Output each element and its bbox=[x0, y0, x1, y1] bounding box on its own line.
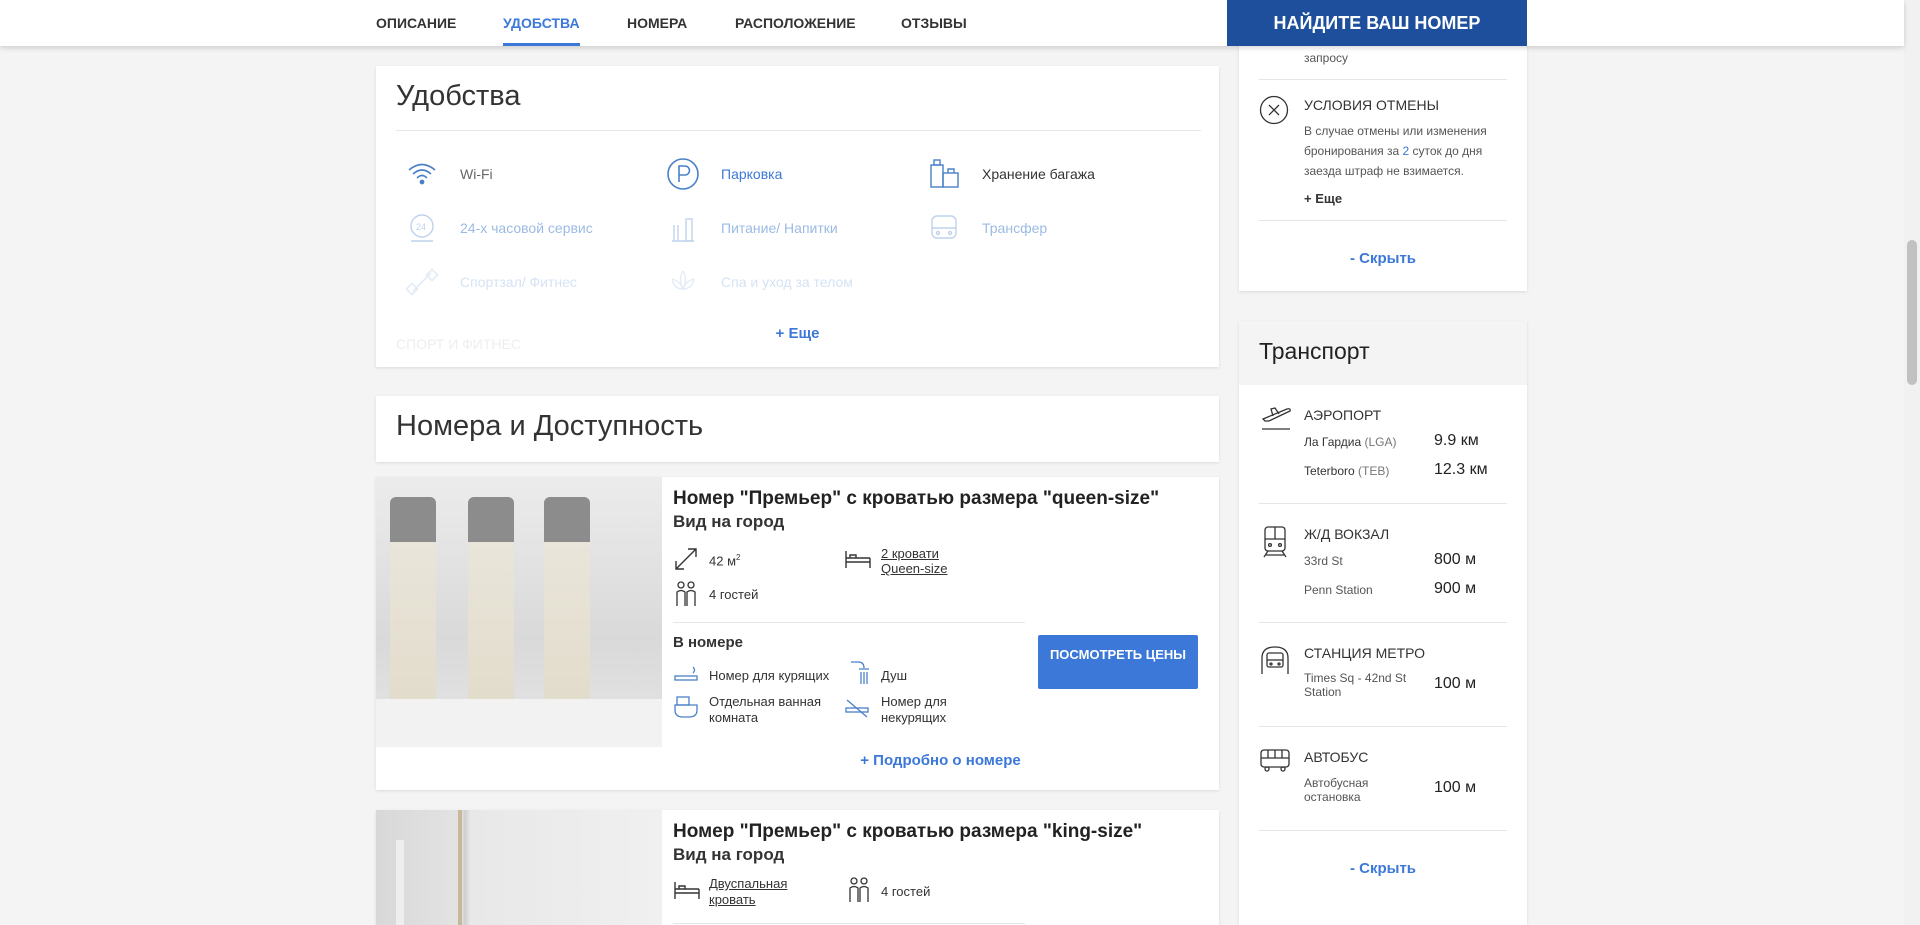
feature-smoking: Номер для курящих bbox=[709, 668, 830, 683]
transport-hide-link[interactable]: - Скрыть bbox=[1239, 860, 1527, 877]
24h-service-icon: 24 bbox=[405, 211, 439, 245]
shower-icon bbox=[847, 660, 869, 686]
room-guests: 4 гостей bbox=[881, 884, 931, 899]
smoking-icon bbox=[673, 663, 699, 685]
transport-place: Ла Гардиа (LGA) bbox=[1304, 435, 1397, 449]
bus-icon bbox=[1259, 747, 1291, 773]
guests-icon bbox=[673, 580, 699, 608]
room-card: Номер "Премьер" с кроватью размера "king… bbox=[376, 810, 1219, 925]
room-guests: 4 гостей bbox=[709, 587, 759, 602]
bed-icon bbox=[673, 879, 701, 901]
amenity-shuttle: Трансфер bbox=[982, 220, 1048, 236]
cancellation-text: В случае отмены или изменения бронирован… bbox=[1304, 124, 1487, 178]
scrollbar-thumb[interactable] bbox=[1907, 240, 1917, 385]
amenities-title: Удобства bbox=[396, 80, 521, 112]
amenity-24h-service: 24-х часовой сервис bbox=[460, 220, 593, 236]
transport-group-title: АЭРОПОРТ bbox=[1304, 407, 1382, 423]
amenity-spa: Спа и уход за телом bbox=[721, 274, 853, 290]
feature-non-smoking: Номер для некурящих bbox=[881, 694, 947, 725]
transport-place: Автобусная остановка bbox=[1304, 776, 1369, 804]
bathroom-icon bbox=[673, 694, 699, 720]
amenity-parking[interactable]: Парковка bbox=[721, 166, 782, 182]
transport-place: Times Sq - 42nd St Station bbox=[1304, 671, 1407, 699]
transport-group-title: АВТОБУС bbox=[1304, 749, 1369, 765]
close-circle-icon bbox=[1259, 95, 1289, 125]
transport-place: Penn Station bbox=[1304, 583, 1373, 597]
transport-group-title: СТАНЦИЯ МЕТРО bbox=[1304, 645, 1426, 661]
transport-card: Транспорт АЭРОПОРТ Ла Гардиа (LGA) 9.9 к… bbox=[1239, 321, 1527, 925]
in-room-title: В номере bbox=[673, 634, 743, 651]
transport-distance: 100 м bbox=[1434, 675, 1477, 692]
view-prices-button[interactable]: ПОСМОТРЕТЬ ЦЕНЫ bbox=[1038, 635, 1198, 689]
room-photo[interactable] bbox=[376, 810, 662, 925]
cancellation-more-link[interactable]: + Еще bbox=[1304, 191, 1342, 206]
tab-location[interactable]: РАСПОЛОЖЕНИЕ bbox=[735, 0, 856, 46]
metro-icon bbox=[1259, 644, 1291, 676]
transport-distance: 100 м bbox=[1434, 779, 1477, 796]
amenities-more-link[interactable]: + Еще bbox=[376, 325, 1219, 342]
room-details-link[interactable]: + Подробно о номере bbox=[662, 752, 1219, 769]
room-name[interactable]: Номер "Премьер" с кроватью размера "quee… bbox=[673, 488, 1159, 510]
find-room-button[interactable]: НАЙДИТЕ ВАШ НОМЕР bbox=[1227, 0, 1527, 46]
wifi-icon bbox=[405, 157, 439, 191]
room-view: Вид на город bbox=[673, 512, 785, 531]
area-icon bbox=[673, 546, 699, 572]
room-beds-link[interactable]: Двуспальная кровать bbox=[709, 876, 809, 908]
room-view: Вид на город bbox=[673, 845, 785, 864]
tab-rooms[interactable]: НОМЕРА bbox=[627, 0, 687, 46]
dumbbell-icon bbox=[405, 265, 439, 299]
transport-group-title: Ж/Д ВОКЗАЛ bbox=[1304, 526, 1390, 542]
policies-hide-link[interactable]: - Скрыть bbox=[1239, 250, 1527, 267]
transport-distance: 800 м bbox=[1434, 551, 1477, 568]
top-navigation: ОПИСАНИЕ УДОБСТВА НОМЕРА РАСПОЛОЖЕНИЕ ОТ… bbox=[0, 0, 1904, 46]
svg-text:24: 24 bbox=[416, 222, 426, 232]
transport-distance: 900 м bbox=[1434, 580, 1477, 597]
guests-icon bbox=[846, 876, 872, 904]
rooms-header-card: Номера и Доступность bbox=[376, 396, 1219, 462]
spa-icon bbox=[666, 265, 700, 299]
room-area: 42 м2 bbox=[709, 553, 741, 569]
policy-cut-text: запросу bbox=[1304, 51, 1349, 65]
food-drinks-icon bbox=[666, 211, 700, 245]
cancellation-title: УСЛОВИЯ ОТМЕНЫ bbox=[1304, 97, 1439, 113]
airplane-icon bbox=[1259, 403, 1293, 433]
room-photo[interactable] bbox=[376, 477, 662, 747]
amenity-gym: Спортзал/ Фитнес bbox=[460, 274, 577, 290]
tab-amenities[interactable]: УДОБСТВА bbox=[503, 0, 580, 46]
luggage-icon bbox=[927, 157, 961, 191]
feature-private-bathroom: Отдельная ванная комната bbox=[709, 694, 822, 725]
tab-reviews[interactable]: ОТЗЫВЫ bbox=[901, 0, 967, 46]
bed-icon bbox=[844, 548, 872, 570]
room-beds-link[interactable]: 2 кровати Queen-size bbox=[881, 546, 981, 576]
amenity-wifi: Wi-Fi bbox=[460, 166, 493, 182]
transport-place: 33rd St bbox=[1304, 554, 1343, 568]
transport-place: Teterboro (TEB) bbox=[1304, 464, 1390, 478]
tab-description[interactable]: ОПИСАНИЕ bbox=[376, 0, 456, 46]
train-icon bbox=[1261, 525, 1289, 559]
room-name[interactable]: Номер "Премьер" с кроватью размера "king… bbox=[673, 821, 1142, 843]
parking-icon bbox=[666, 157, 700, 191]
no-smoking-icon bbox=[844, 697, 870, 719]
feature-shower: Душ bbox=[881, 668, 908, 683]
rooms-title: Номера и Доступность bbox=[396, 410, 704, 442]
shuttle-bus-icon bbox=[927, 211, 961, 245]
amenity-food-drinks: Питание/ Напитки bbox=[721, 220, 838, 236]
transport-distance: 12.3 км bbox=[1434, 461, 1488, 478]
room-card: Номер "Премьер" с кроватью размера "quee… bbox=[376, 477, 1219, 790]
amenities-card: Удобства Wi-Fi Парковка Хранение багажа … bbox=[376, 66, 1219, 367]
transport-distance: 9.9 км bbox=[1434, 432, 1479, 449]
amenity-luggage: Хранение багажа bbox=[982, 166, 1095, 182]
page-scrollbar[interactable] bbox=[1904, 0, 1920, 925]
transport-title: Транспорт bbox=[1259, 338, 1370, 364]
